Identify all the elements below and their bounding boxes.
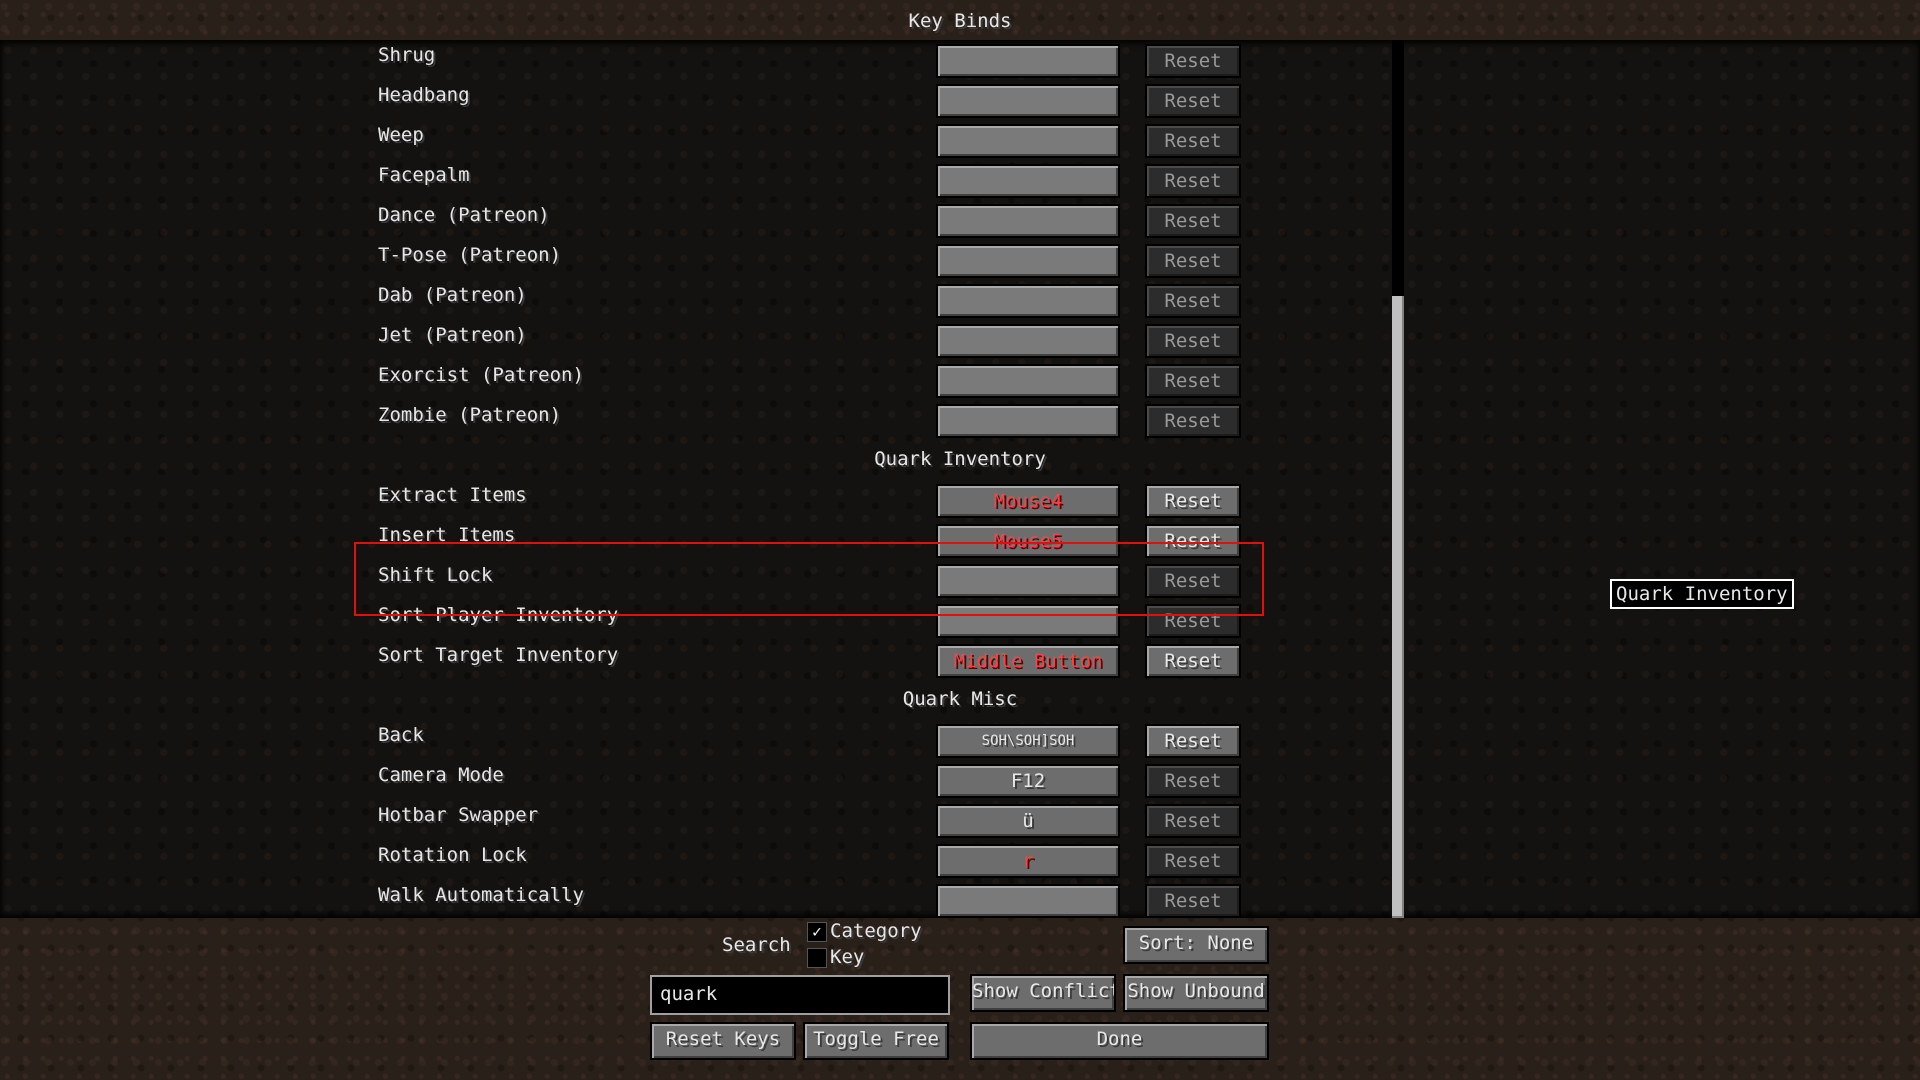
keybind-button[interactable]: [936, 564, 1120, 598]
show-unbound-button[interactable]: Show Unbound: [1123, 974, 1269, 1012]
keybind-label: Facepalm: [378, 164, 470, 186]
keybind-button[interactable]: [936, 84, 1120, 118]
done-button[interactable]: Done: [970, 1022, 1269, 1060]
keybind-row-shift-lock: Shift Lock Reset: [0, 560, 1400, 600]
keybind-button[interactable]: Mouse4: [936, 484, 1120, 518]
screen-title: Key Binds: [908, 10, 1012, 32]
keybind-row-exorcist: Exorcist (Patreon) Reset: [0, 360, 1400, 400]
keybind-label: T-Pose (Patreon): [378, 244, 562, 266]
keybind-label: Back: [378, 724, 424, 746]
category-checkbox-label: Category: [830, 920, 922, 942]
scrollbar-thumb[interactable]: [1392, 296, 1404, 918]
reset-button[interactable]: Reset: [1145, 324, 1241, 358]
keybind-button[interactable]: SOH\SOH]SOH: [936, 724, 1120, 758]
keybind-label: Camera Mode: [378, 764, 504, 786]
keybind-label: Walk Automatically: [378, 884, 584, 906]
reset-button[interactable]: Reset: [1145, 524, 1241, 558]
keybind-button[interactable]: r: [936, 844, 1120, 878]
category-header-quark-misc: Quark Misc: [902, 688, 1018, 710]
key-checkbox[interactable]: [807, 948, 827, 968]
keybind-label: Sort Target Inventory: [378, 644, 619, 666]
keybind-label: Rotation Lock: [378, 844, 527, 866]
sort-button[interactable]: Sort: None: [1123, 926, 1269, 964]
keybind-button[interactable]: [936, 404, 1120, 438]
reset-button[interactable]: Reset: [1145, 164, 1241, 198]
keybind-button[interactable]: [936, 244, 1120, 278]
reset-button[interactable]: Reset: [1145, 804, 1241, 838]
reset-button[interactable]: Reset: [1145, 564, 1241, 598]
reset-button[interactable]: Reset: [1145, 884, 1241, 918]
keybind-row-shrug: Shrug Reset: [0, 40, 1400, 80]
keybind-row-dance: Dance (Patreon) Reset: [0, 200, 1400, 240]
keybind-label: Jet (Patreon): [378, 324, 527, 346]
reset-button[interactable]: Reset: [1145, 484, 1241, 518]
keybind-button[interactable]: [936, 204, 1120, 238]
reset-button[interactable]: Reset: [1145, 404, 1241, 438]
keybind-row-sort-target-inventory: Sort Target Inventory Middle Button Rese…: [0, 640, 1400, 680]
search-label: Search: [722, 934, 791, 956]
keybind-button[interactable]: [936, 884, 1120, 918]
keybind-button[interactable]: [936, 44, 1120, 78]
reset-button[interactable]: Reset: [1145, 204, 1241, 238]
keybind-button[interactable]: ü: [936, 804, 1120, 838]
keybind-row-jet: Jet (Patreon) Reset: [0, 320, 1400, 360]
reset-button[interactable]: Reset: [1145, 124, 1241, 158]
keybind-row-tpose: T-Pose (Patreon) Reset: [0, 240, 1400, 280]
keybind-row-extract-items: Extract Items Mouse4 Reset: [0, 480, 1400, 520]
keybind-row-insert-items: Insert Items Mouse5 Reset: [0, 520, 1400, 560]
keybind-button[interactable]: Mouse5: [936, 524, 1120, 558]
reset-button[interactable]: Reset: [1145, 244, 1241, 278]
keybind-label: Shift Lock: [378, 564, 493, 586]
keybind-label: Sort Player Inventory: [378, 604, 619, 626]
reset-button[interactable]: Reset: [1145, 844, 1241, 878]
keybind-row-camera-mode: Camera Mode F12 Reset: [0, 760, 1400, 800]
reset-button[interactable]: Reset: [1145, 724, 1241, 758]
reset-keys-button[interactable]: Reset Keys: [650, 1022, 796, 1060]
reset-button[interactable]: Reset: [1145, 284, 1241, 318]
keybind-label: Zombie (Patreon): [378, 404, 562, 426]
keybind-row-dab: Dab (Patreon) Reset: [0, 280, 1400, 320]
key-checkbox-label: Key: [830, 946, 865, 968]
keybind-row-sort-player-inventory: Sort Player Inventory Reset: [0, 600, 1400, 640]
keybind-row-hotbar-swapper: Hotbar Swapper ü Reset: [0, 800, 1400, 840]
keybind-label: Dab (Patreon): [378, 284, 527, 306]
keybind-label: Hotbar Swapper: [378, 804, 539, 826]
category-checkbox[interactable]: ✓: [807, 922, 827, 942]
keybind-button[interactable]: [936, 604, 1120, 638]
reset-button[interactable]: Reset: [1145, 364, 1241, 398]
keybind-button[interactable]: [936, 124, 1120, 158]
category-header-quark-inventory: Quark Inventory: [874, 448, 1046, 470]
keybind-label: Headbang: [378, 84, 470, 106]
keybind-button[interactable]: [936, 284, 1120, 318]
keybind-label: Insert Items: [378, 524, 516, 546]
keybind-button[interactable]: Middle Button: [936, 644, 1120, 678]
keybind-label: Dance (Patreon): [378, 204, 550, 226]
reset-button[interactable]: Reset: [1145, 644, 1241, 678]
keybind-label: Extract Items: [378, 484, 527, 506]
keybind-button[interactable]: [936, 324, 1120, 358]
keybind-button[interactable]: F12: [936, 764, 1120, 798]
keybind-list[interactable]: Shrug Reset Headbang Reset Weep Reset Fa…: [0, 40, 1920, 918]
keybind-button[interactable]: [936, 364, 1120, 398]
keybind-label: Weep: [378, 124, 424, 146]
keybind-row-headbang: Headbang Reset: [0, 80, 1400, 120]
keybind-label: Exorcist (Patreon): [378, 364, 584, 386]
keybind-row-back: Back SOH\SOH]SOH Reset: [0, 720, 1400, 760]
keybind-label: Shrug: [378, 44, 436, 66]
reset-button[interactable]: Reset: [1145, 84, 1241, 118]
reset-button[interactable]: Reset: [1145, 764, 1241, 798]
keybind-button[interactable]: [936, 164, 1120, 198]
keybind-row-facepalm: Facepalm Reset: [0, 160, 1400, 200]
toggle-free-button[interactable]: Toggle Free: [803, 1022, 949, 1060]
keybind-row-weep: Weep Reset: [0, 120, 1400, 160]
category-tooltip: Quark Inventory: [1610, 579, 1794, 609]
keybind-row-zombie: Zombie (Patreon) Reset: [0, 400, 1400, 440]
keybind-row-rotation-lock: Rotation Lock r Reset: [0, 840, 1400, 880]
reset-button[interactable]: Reset: [1145, 44, 1241, 78]
reset-button[interactable]: Reset: [1145, 604, 1241, 638]
keybind-row-walk-automatically: Walk Automatically Reset: [0, 880, 1400, 918]
search-input[interactable]: quark: [650, 975, 950, 1015]
show-conflicts-button[interactable]: Show Conflicts: [970, 974, 1116, 1012]
